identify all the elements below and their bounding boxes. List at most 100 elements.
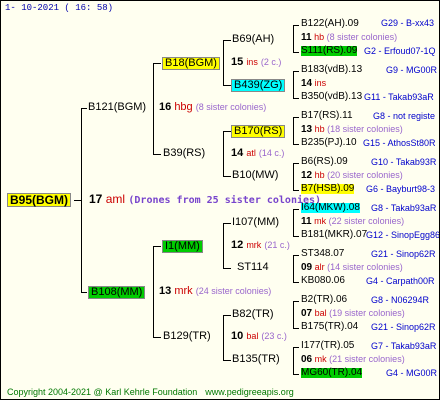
- parent-queen-2[interactable]: B108(MM): [88, 286, 146, 299]
- parent-2-gen: 13: [159, 285, 172, 297]
- right-bottom-name[interactable]: B235(PJ).10: [301, 138, 357, 148]
- connector-line: [223, 268, 231, 269]
- connector-line: [223, 223, 231, 224]
- right-bottom-name[interactable]: B350(vdB).13: [301, 92, 362, 102]
- grandparent-3-note: (21 c.): [264, 240, 290, 250]
- grandparent-2-info: 14 atl (14 c.): [231, 148, 284, 159]
- right-bottom-name[interactable]: MG60(TR).04: [301, 368, 363, 378]
- connector-line: [293, 374, 299, 375]
- connector-line: [223, 315, 224, 361]
- right-top-name[interactable]: B183(vdB).13: [301, 65, 362, 75]
- grandparent-queen-4[interactable]: B129(TR): [163, 331, 211, 342]
- ggp-queen-5[interactable]: I107(MM): [232, 217, 279, 228]
- connector-line: [81, 292, 87, 293]
- right-bottom-id: G4 - MG00R: [386, 368, 438, 378]
- parent-1-code: hbg: [174, 101, 193, 113]
- connector-line: [293, 117, 294, 145]
- grandparent-4-code: bal: [246, 331, 259, 341]
- right-bottom-name[interactable]: KB080.06: [301, 276, 345, 286]
- connector-line: [153, 63, 154, 155]
- copyright-footer: Copyright 2004-2021 @ Karl Kehrle Founda…: [7, 387, 294, 397]
- right-bottom-name[interactable]: B7(HSB).09: [301, 184, 355, 194]
- connector-line: [293, 301, 294, 329]
- right-bottom-name[interactable]: S111(RS).09: [301, 46, 358, 56]
- connector-line: [293, 282, 299, 283]
- right-code: mk: [314, 216, 327, 226]
- right-bottom-name[interactable]: B175(TR).04: [301, 322, 358, 332]
- right-top-name[interactable]: B122(AH).09: [301, 19, 359, 29]
- right-bottom-id: G21 - Sinop62R: [371, 322, 436, 332]
- connector-line: [293, 117, 299, 118]
- connector-line: [293, 328, 299, 329]
- right-gen: 09: [301, 262, 313, 273]
- website-link[interactable]: www.pedigreeapis.org: [205, 387, 294, 397]
- right-bottom-id: G6 - Bayburt98-3: [366, 184, 436, 194]
- parent-1-gen: 16: [159, 101, 172, 113]
- right-top-name[interactable]: ST348.07: [301, 249, 344, 259]
- right-note: (14 sister colonies): [327, 262, 403, 272]
- root-gen: 17: [89, 192, 103, 206]
- right-mid: 11 mk (22 sister colonies): [301, 217, 404, 227]
- right-gen: 11: [301, 32, 312, 43]
- right-bottom-id: G11 - Takab93aR: [364, 92, 434, 102]
- ggp-queen-3[interactable]: B170(RS): [231, 125, 286, 138]
- right-top-id: G8 - not registe: [373, 111, 436, 121]
- connector-line: [223, 40, 231, 41]
- grandparent-4-note: (23 c.): [261, 331, 287, 341]
- ggp-queen-2[interactable]: B439(ZG): [231, 79, 286, 92]
- right-top-name[interactable]: I177(TR).05: [301, 341, 354, 351]
- connector-line: [223, 315, 231, 316]
- connector-line: [293, 236, 299, 237]
- connector-line: [293, 255, 294, 283]
- grandparent-queen-2[interactable]: B39(RS): [163, 148, 205, 159]
- right-top-id: G9 - MG00R: [386, 65, 438, 75]
- right-code: hb: [314, 124, 325, 134]
- right-code: mk: [314, 354, 327, 364]
- root-queen[interactable]: B95(BGM): [7, 193, 72, 207]
- connector-line: [223, 40, 224, 86]
- grandparent-queen-3[interactable]: I1(MM): [162, 240, 203, 253]
- right-gen: 14: [301, 78, 313, 89]
- right-code: ins: [314, 78, 327, 88]
- ggp-queen-1[interactable]: B69(AH): [232, 34, 274, 45]
- right-top-name[interactable]: B6(RS).09: [301, 157, 348, 167]
- right-mid: 06 mk (21 sister colonies): [301, 355, 405, 365]
- right-note: (19 sister colonies): [329, 308, 405, 318]
- connector-line: [223, 223, 224, 269]
- connector-line: [223, 85, 231, 86]
- connector-line: [293, 209, 299, 210]
- right-gen: 06: [301, 354, 313, 365]
- grandparent-3-gen: 12: [231, 239, 244, 251]
- right-note: (18 sister colonies): [327, 124, 403, 134]
- connector-line: [293, 347, 294, 375]
- copyright-text: Copyright 2004-2021 @ Karl Kehrle Founda…: [7, 387, 198, 397]
- connector-line: [293, 25, 299, 26]
- right-top-id: G29 - B-xx43: [381, 18, 435, 28]
- ggp-queen-4[interactable]: B10(MW): [232, 170, 278, 181]
- root-code: aml: [105, 192, 126, 206]
- right-bottom-name[interactable]: B181(MKR).07: [301, 230, 367, 240]
- connector-line: [293, 163, 299, 164]
- right-mid: 13 hb (18 sister colonies): [301, 125, 403, 135]
- ggp-queen-6[interactable]: ST114: [237, 262, 269, 273]
- ggp-queen-8[interactable]: B135(TR): [232, 354, 280, 365]
- right-top-id: G10 - Takab93R: [371, 157, 437, 167]
- grandparent-queen-1[interactable]: B18(BGM): [162, 57, 220, 70]
- parent-1-info: 16 hbg (8 sister colonies): [159, 102, 266, 113]
- right-top-name[interactable]: B2(TR).06: [301, 295, 347, 305]
- right-code: alr: [314, 262, 325, 272]
- right-top-id: G8 - N06294R: [371, 295, 430, 305]
- right-top-name[interactable]: B17(RS).11: [301, 111, 353, 121]
- connector-line: [153, 246, 154, 338]
- grandparent-3-info: 12 mrk (21 c.): [231, 240, 290, 251]
- connector-line: [293, 163, 294, 191]
- pedigree-chart: 1- 10-2021 ( 16: 58) B95(BGM) 17 aml (Dr…: [0, 0, 440, 400]
- connector-line: [293, 144, 299, 145]
- connector-line: [293, 347, 299, 348]
- connector-line: [293, 209, 294, 237]
- ggp-queen-7[interactable]: B82(TR): [232, 309, 274, 320]
- parent-queen-1[interactable]: B121(BGM): [88, 102, 146, 113]
- grandparent-1-gen: 15: [231, 56, 244, 68]
- right-bottom-id: G2 - Erfoud07-1Q: [364, 46, 436, 56]
- right-top-name[interactable]: I64(MKW).08: [301, 203, 360, 213]
